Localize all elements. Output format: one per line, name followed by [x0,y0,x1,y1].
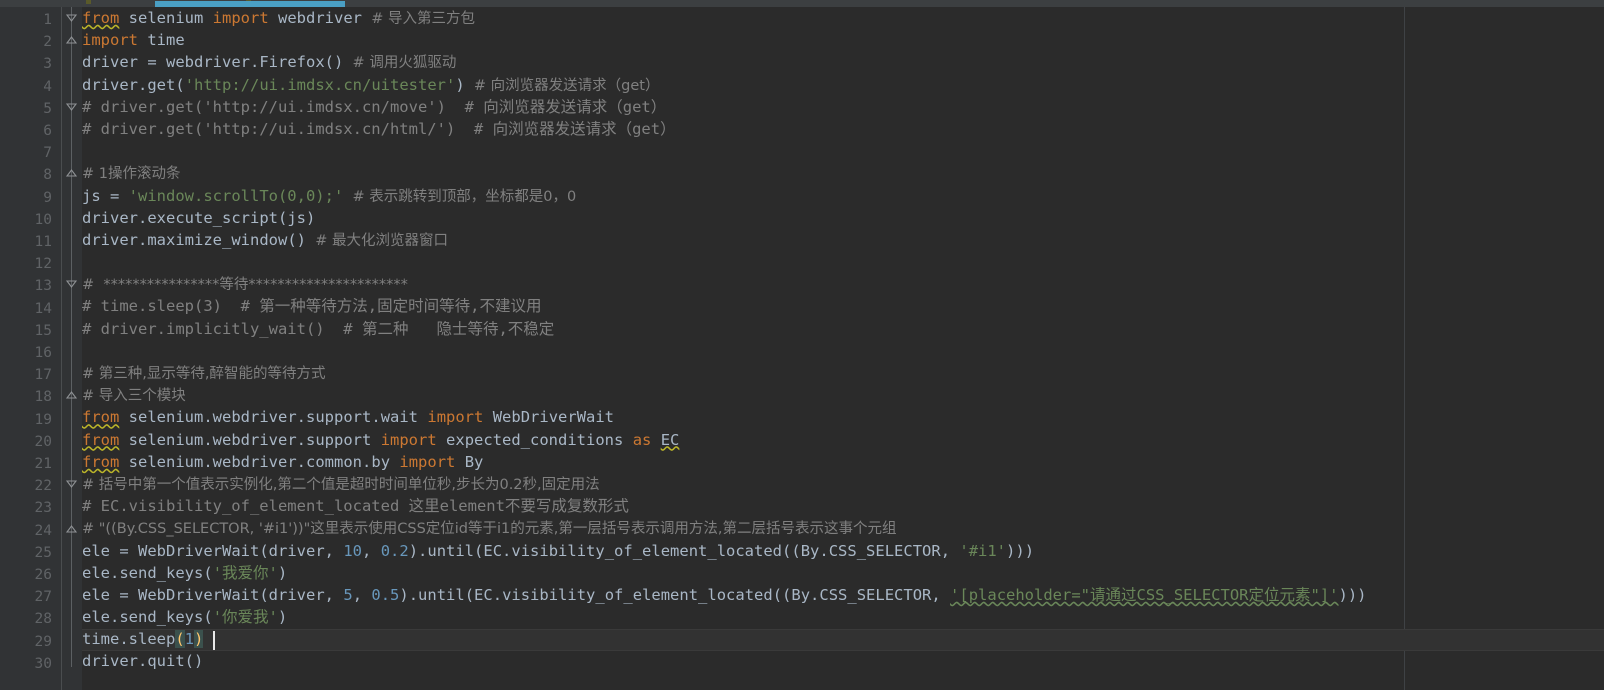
fold-marker-expanded-start[interactable] [64,477,79,492]
code-line[interactable]: # "((By.CSS_SELECTOR, '#i1'))"这里表示使用CSS定… [82,517,1367,539]
code-line[interactable]: from selenium.webdriver.support.wait imp… [82,406,1367,428]
code-line[interactable]: # EC.visibility_of_element_located 这里ele… [82,495,1367,517]
code-line[interactable]: # 导入三个模块 [82,384,1367,406]
line-number[interactable]: 18 [2,386,52,408]
line-number[interactable]: 28 [2,608,52,630]
code-line[interactable]: from selenium import webdriver # 导入第三方包 [82,7,1367,29]
code-line[interactable]: # 1操作滚动条 [82,162,1367,184]
line-number[interactable]: 2 [2,31,52,53]
code-line[interactable]: time.sleep(1) [82,628,1367,650]
fold-marker-expanded-start[interactable] [64,100,79,115]
code-line[interactable] [82,251,1367,273]
line-number[interactable]: 10 [2,209,52,231]
code-line[interactable]: # driver.implicitly_wait() # 第二种 隐士等待,不稳… [82,318,1367,340]
line-number[interactable]: 15 [2,320,52,342]
code-editor[interactable]: 1 2 3 4 5 6 7 8 9 10 11 12 13 14 15 16 17 18 19 20 21 22 23 24 2… [0,0,1604,690]
line-number[interactable]: 3 [2,53,52,75]
right-margin-guide [1404,7,1405,690]
line-number[interactable]: 24 [2,520,52,542]
fold-marker-expanded-end[interactable] [64,522,79,537]
text-caret [212,630,215,650]
line-number[interactable]: 29 [2,631,52,653]
code-line[interactable]: # driver.get('http://ui.imdsx.cn/move') … [82,96,1367,118]
line-number[interactable]: 23 [2,497,52,519]
line-number[interactable]: 21 [2,453,52,475]
line-number[interactable]: 22 [2,475,52,497]
line-number[interactable]: 5 [2,98,52,120]
line-number[interactable]: 11 [2,231,52,253]
horizontal-scrollbar[interactable] [0,0,1604,7]
code-line[interactable]: driver.get('http://ui.imdsx.cn/uitester'… [82,74,1367,96]
line-number[interactable]: 1 [2,9,52,31]
code-line[interactable] [82,340,1367,362]
code-line[interactable]: ele = WebDriverWait(driver, 5, 0.5).unti… [82,584,1367,606]
line-number[interactable]: 19 [2,409,52,431]
line-number[interactable]: 6 [2,120,52,142]
scrollbar-thumb[interactable] [155,1,345,7]
code-line[interactable]: ele.send_keys('你爱我') [82,606,1367,628]
code-line[interactable]: ele = WebDriverWait(driver, 10, 0.2).unt… [82,540,1367,562]
line-number[interactable]: 14 [2,298,52,320]
code-line[interactable]: ele.send_keys('我爱你') [82,562,1367,584]
line-number[interactable]: 8 [2,164,52,186]
editor-gutter[interactable]: 1 2 3 4 5 6 7 8 9 10 11 12 13 14 15 16 17 18 19 20 21 22 23 24 2… [0,7,61,690]
line-number[interactable]: 25 [2,542,52,564]
fold-marker-expanded-end[interactable] [64,388,79,403]
code-line[interactable]: driver.maximize_window() # 最大化浏览器窗口 [82,229,1367,251]
line-number[interactable]: 16 [2,342,52,364]
code-line[interactable]: # 括号中第一个值表示实例化,第二个值是超时时间单位秒,步长为0.2秒,固定用法 [82,473,1367,495]
code-text-area[interactable]: from selenium import webdriver # 导入第三方包 i… [82,7,1367,673]
line-number[interactable]: 7 [2,142,52,164]
fold-marker-expanded-end[interactable] [64,33,79,48]
line-number[interactable]: 12 [2,253,52,275]
code-line[interactable]: # 第三种,显示等待,醉智能的等待方式 [82,362,1367,384]
code-line[interactable]: driver = webdriver.Firefox() # 调用火狐驱动 [82,51,1367,73]
code-line[interactable]: import time [82,29,1367,51]
code-line[interactable]: js = 'window.scrollTo(0,0);' # 表示跳转到顶部，坐… [82,185,1367,207]
line-number[interactable]: 26 [2,564,52,586]
code-line[interactable]: from selenium.webdriver.support import e… [82,429,1367,451]
line-number[interactable]: 9 [2,187,52,209]
code-line[interactable]: from selenium.webdriver.common.by import… [82,451,1367,473]
fold-marker-expanded-start[interactable] [64,277,79,292]
code-line[interactable]: driver.execute_script(js) [82,207,1367,229]
line-number[interactable]: 13 [2,275,52,297]
line-number[interactable]: 30 [2,653,52,675]
line-number[interactable]: 27 [2,586,52,608]
code-line[interactable]: # time.sleep(3) # 第一种等待方法,固定时间等待,不建议用 [82,295,1367,317]
code-line[interactable]: driver.quit() [82,650,1367,672]
fold-marker-expanded-end[interactable] [64,166,79,181]
code-line[interactable]: # driver.get('http://ui.imdsx.cn/html/')… [82,118,1367,140]
line-number[interactable]: 4 [2,76,52,98]
line-number[interactable]: 20 [2,431,52,453]
line-number[interactable]: 17 [2,364,52,386]
code-line[interactable] [82,140,1367,162]
code-line[interactable]: # ****************等待********************… [82,273,1367,295]
fold-marker-expanded-start[interactable] [64,11,79,26]
